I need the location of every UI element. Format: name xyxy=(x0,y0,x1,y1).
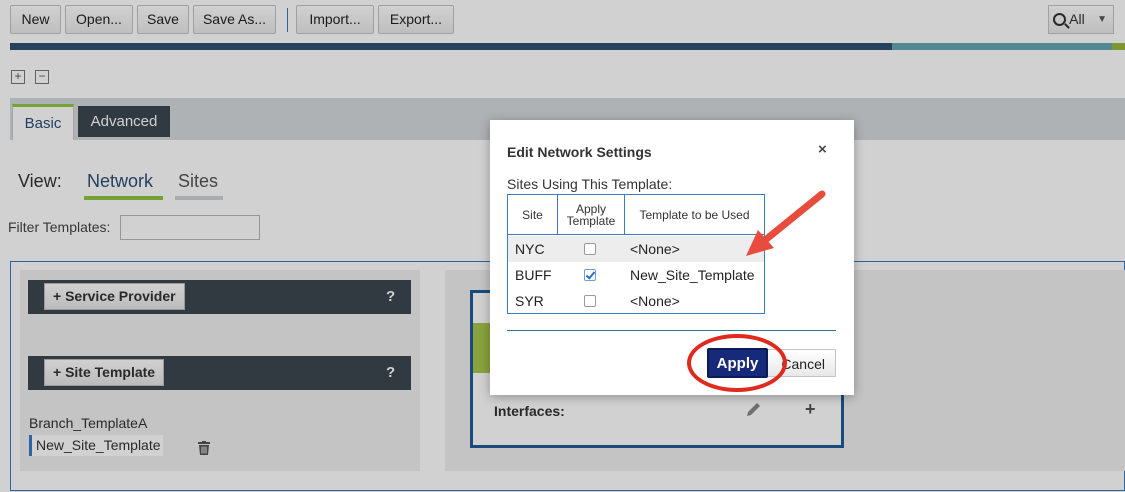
annotation-highlight-circle xyxy=(687,334,787,392)
sites-table: Site Apply Template Template to be Used … xyxy=(507,194,765,314)
row-template: <None> xyxy=(630,241,680,257)
close-icon[interactable]: × xyxy=(818,141,827,158)
row-site: NYC xyxy=(515,241,545,257)
apply-checkbox[interactable] xyxy=(584,243,596,255)
row-site: SYR xyxy=(515,293,544,309)
header-apply-template: Apply Template xyxy=(566,201,616,228)
row-template: New_Site_Template xyxy=(630,267,755,283)
table-header: Site Apply Template Template to be Used xyxy=(508,195,764,235)
apply-checkbox[interactable] xyxy=(584,295,596,307)
table-row[interactable]: BUFF New_Site_Template xyxy=(508,262,764,288)
row-site: BUFF xyxy=(515,267,552,283)
dialog-subtitle: Sites Using This Template: xyxy=(507,176,673,192)
table-row[interactable]: NYC <None> xyxy=(508,236,764,262)
dialog-divider xyxy=(507,330,836,331)
annotation-arrow-icon xyxy=(746,190,826,256)
apply-checkbox[interactable] xyxy=(584,269,596,281)
dialog-title: Edit Network Settings xyxy=(507,144,652,160)
row-template: <None> xyxy=(630,293,680,309)
table-row[interactable]: SYR <None> xyxy=(508,288,764,314)
header-site: Site xyxy=(522,207,543,222)
